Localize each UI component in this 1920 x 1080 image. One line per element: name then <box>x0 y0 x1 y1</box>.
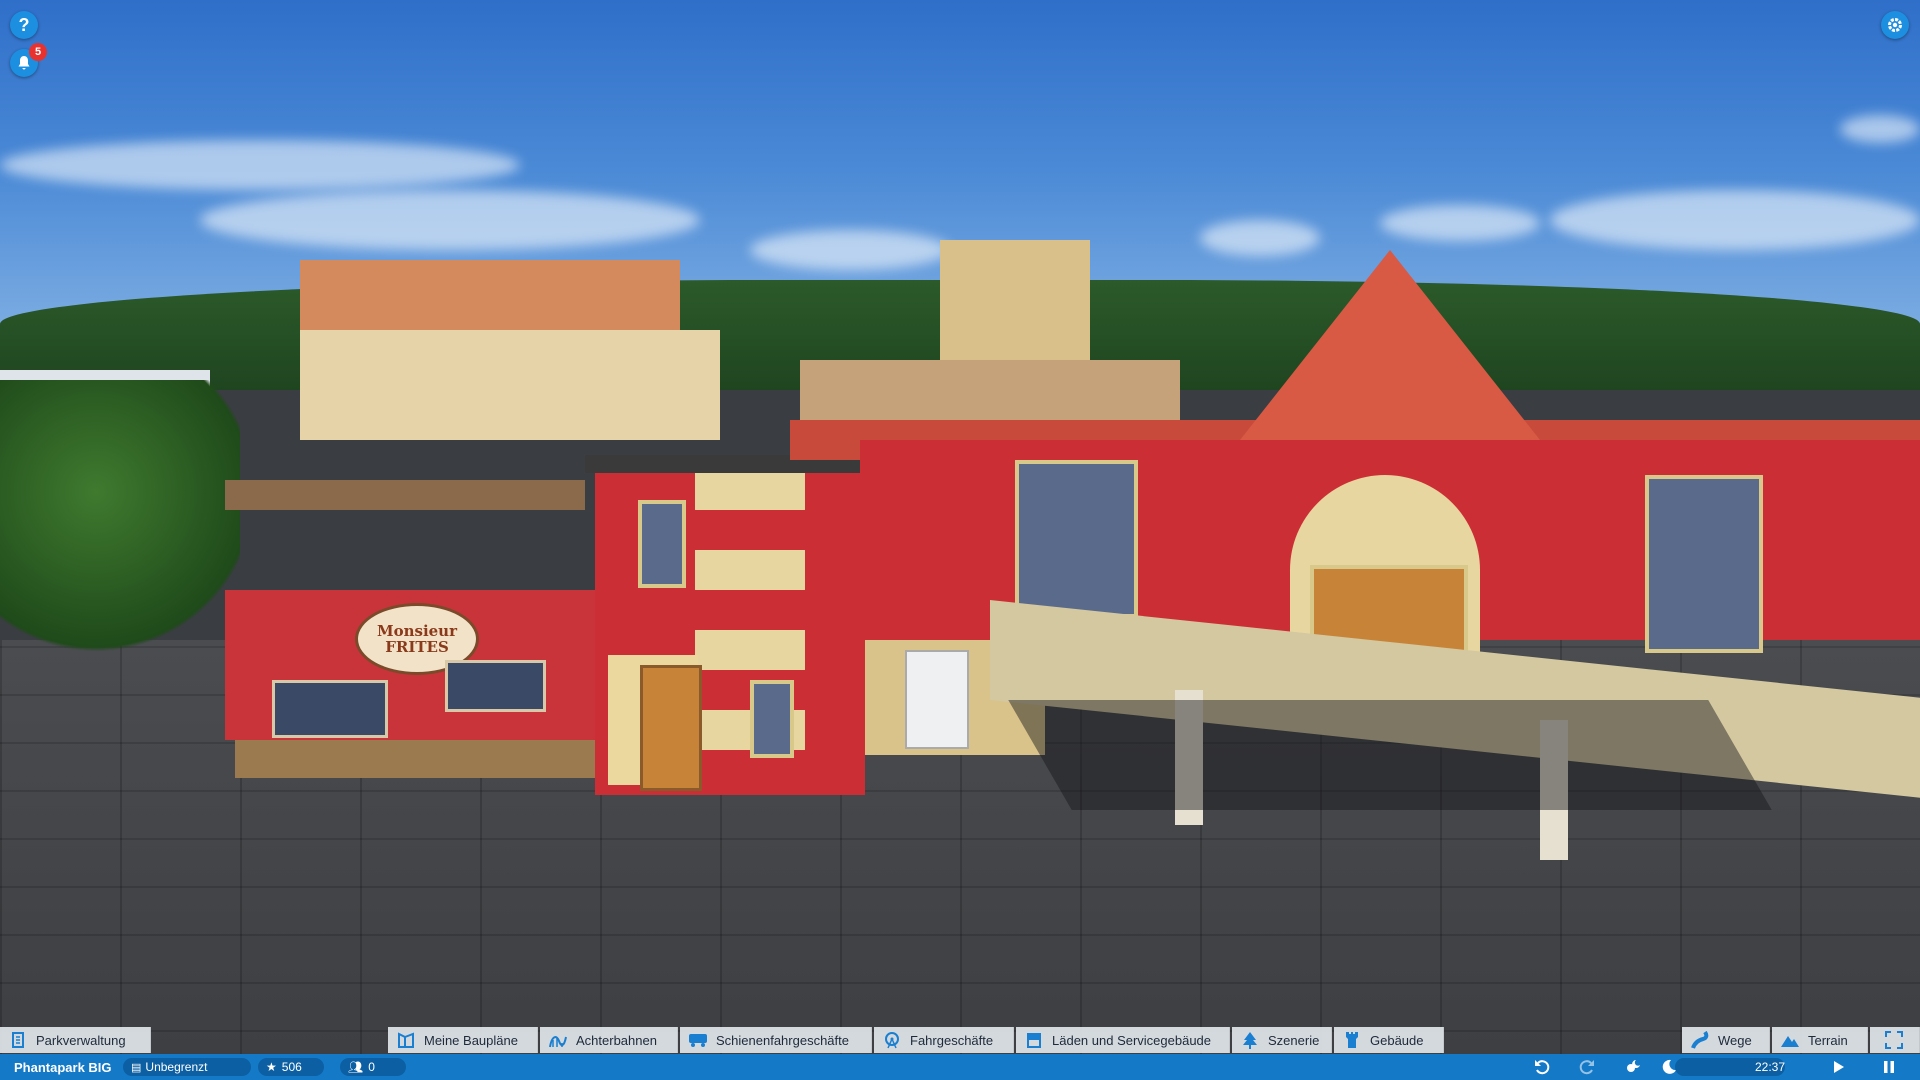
tree <box>0 380 240 660</box>
expand-icon <box>1884 1030 1904 1050</box>
guest-count-value: 0 <box>368 1060 375 1074</box>
tab-flat-rides[interactable]: Fahrgeschäfte <box>874 1027 1014 1053</box>
tab-label: Wege <box>1718 1032 1752 1048</box>
tab-label: Parkverwaltung <box>36 1032 126 1048</box>
tab-label: Fahrgeschäfte <box>910 1032 994 1048</box>
undo-icon <box>1535 1060 1550 1075</box>
money-icon: ▤ <box>131 1061 142 1074</box>
blueprint-icon <box>396 1030 416 1050</box>
money-display[interactable]: ▤ Unbegrenzt <box>123 1058 251 1076</box>
build-toolbar: Parkverwaltung Meine Baupläne Achterbahn… <box>0 1027 1920 1053</box>
money-value: Unbegrenzt <box>145 1060 208 1074</box>
gear-icon[interactable] <box>1881 11 1909 39</box>
cloud <box>200 190 700 250</box>
tab-my-blueprints[interactable]: Meine Baupläne <box>388 1027 538 1053</box>
tab-track-rides[interactable]: Schienenfahrgeschäfte <box>680 1027 872 1053</box>
background-building <box>300 330 720 440</box>
game-viewport[interactable]: Monsieur FRITES <box>0 0 1920 1080</box>
park-management-icon <box>8 1030 28 1050</box>
guest-count-display[interactable]: 👥︎ 0 <box>340 1058 406 1076</box>
tab-label: Läden und Servicegebäude <box>1052 1032 1212 1048</box>
redo-icon <box>1579 1060 1594 1075</box>
shop-window <box>445 660 546 712</box>
tab-label: Gebäude <box>1370 1032 1424 1048</box>
sun-moon-icon <box>1627 1060 1640 1072</box>
shop-icon <box>1024 1030 1044 1050</box>
tab-label: Terrain <box>1808 1032 1848 1048</box>
notification-count-badge: 5 <box>29 43 47 61</box>
park-name[interactable]: Phantapark BIG <box>14 1054 112 1080</box>
train-icon <box>688 1030 708 1050</box>
tab-park-management[interactable]: Parkverwaltung <box>0 1027 151 1053</box>
play-speed-button[interactable] <box>1829 1057 1849 1077</box>
tab-paths[interactable]: Wege <box>1682 1027 1770 1053</box>
path-icon <box>1690 1030 1710 1050</box>
building-shadow <box>1008 700 1772 810</box>
day-night-toggle[interactable] <box>1623 1057 1643 1077</box>
park-rating-value: 506 <box>281 1060 302 1074</box>
background-tower <box>940 240 1090 365</box>
mountain-icon <box>1780 1030 1800 1050</box>
tab-terrain[interactable]: Terrain <box>1772 1027 1868 1053</box>
cloud <box>750 230 950 270</box>
status-bar: Phantapark BIG ▤ Unbegrenzt ★ 506 👥︎ 0 2… <box>0 1054 1920 1080</box>
coaster-icon <box>548 1030 568 1050</box>
pause-button[interactable] <box>1879 1057 1899 1077</box>
white-door <box>905 650 969 749</box>
tab-label: Achterbahnen <box>576 1032 657 1048</box>
clock-time: 22:37 <box>1755 1060 1786 1074</box>
tab-label: Meine Baupläne <box>424 1032 518 1048</box>
pause-icon <box>1884 1061 1894 1073</box>
shop-base <box>235 740 595 778</box>
fullscreen-button[interactable] <box>1870 1027 1920 1053</box>
tab-shops-and-facilities[interactable]: Läden und Servicegebäude <box>1016 1027 1230 1053</box>
play-icon <box>1834 1061 1844 1073</box>
tab-label: Szenerie <box>1268 1032 1320 1048</box>
undo-button[interactable] <box>1532 1057 1552 1077</box>
tower-window <box>750 680 794 758</box>
cloud <box>1550 190 1920 250</box>
background-wall <box>800 360 1180 420</box>
cloud <box>1380 205 1540 241</box>
tab-buildings[interactable]: Gebäude <box>1334 1027 1444 1053</box>
guests-icon: 👥︎ <box>348 1060 364 1074</box>
tab-scenery[interactable]: Szenerie <box>1232 1027 1332 1053</box>
star-icon: ★ <box>266 1060 277 1074</box>
shop-window <box>272 680 388 738</box>
park-rating-display[interactable]: ★ 506 <box>258 1058 324 1076</box>
tower-icon <box>1342 1030 1362 1050</box>
cloud <box>0 140 520 190</box>
tab-roller-coasters[interactable]: Achterbahnen <box>540 1027 678 1053</box>
redo-button[interactable] <box>1577 1057 1597 1077</box>
pergola <box>225 480 585 510</box>
ferris-wheel-icon <box>882 1030 902 1050</box>
cloud <box>1200 220 1320 256</box>
hall-window <box>1015 460 1138 618</box>
help-icon[interactable]: ? <box>10 11 38 39</box>
hall-window <box>1645 475 1763 653</box>
wooden-door <box>640 665 702 791</box>
tree-icon <box>1240 1030 1260 1050</box>
tower-window <box>638 500 686 588</box>
cloud <box>1840 115 1920 143</box>
tab-label: Schienenfahrgeschäfte <box>716 1032 849 1048</box>
